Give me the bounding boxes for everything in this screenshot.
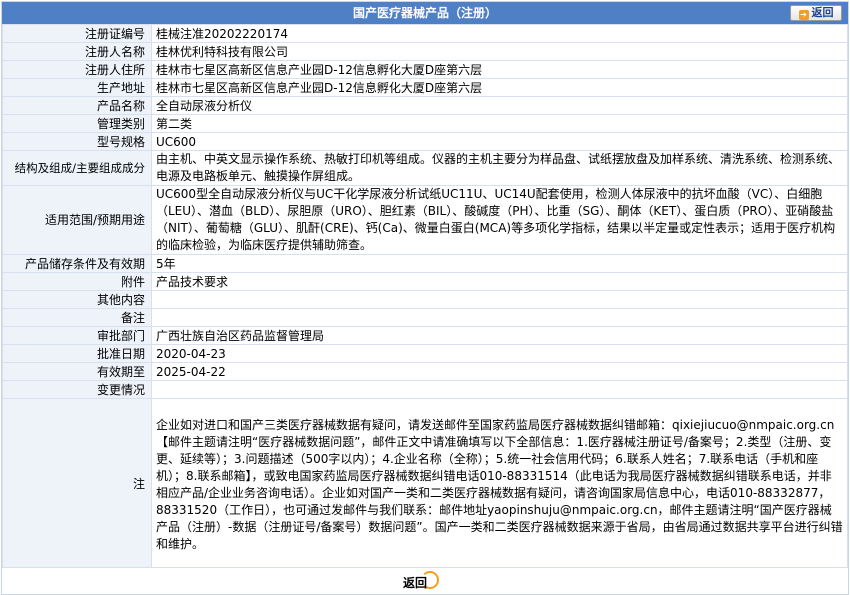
field-label: 注册人住所 (2, 60, 152, 79)
field-label: 产品名称 (2, 96, 152, 115)
table-row: 审批部门 广西壮族自治区药品监督管理局 (2, 326, 848, 345)
table-row: 产品储存条件及有效期 5年 (2, 254, 848, 273)
table-row: 适用范围/预期用途 UC600型全自动尿液分析仪与UC干化学尿液分析试纸UC11… (2, 185, 848, 255)
table-row: 其他内容 (2, 290, 848, 309)
table-row: 注册证编号 桂械注准20202220174 (2, 24, 848, 43)
field-value: 桂械注准20202220174 (151, 24, 848, 43)
field-value: 2020-04-23 (151, 344, 848, 363)
field-value (151, 308, 848, 327)
field-label: 备注 (2, 308, 152, 327)
footer: 返回 (2, 568, 848, 594)
field-label: 批准日期 (2, 344, 152, 363)
field-value: 全自动尿液分析仪 (151, 96, 848, 115)
field-value: 桂林优利特科技有限公司 (151, 42, 848, 61)
field-value: 桂林市七星区高新区信息产业园D-12信息孵化大厦D座第六层 (151, 60, 848, 79)
table-row: 管理类别 第二类 (2, 114, 848, 133)
detail-panel: 国产医疗器械产品（注册） ➔ 返回 注册证编号 桂械注准20202220174 注… (1, 1, 849, 595)
note-text: 企业如对进口和国产三类医疗器械数据有疑问，请发送邮件至国家药监局医疗器械数据纠错… (156, 418, 843, 551)
field-value: 桂林市七星区高新区信息产业园D-12信息孵化大厦D座第六层 (151, 78, 848, 97)
field-label: 审批部门 (2, 326, 152, 345)
field-value: 5年 (151, 254, 848, 273)
arrow-right-icon: ➔ (798, 10, 809, 20)
field-label: 型号规格 (2, 132, 152, 151)
field-value: 由主机、中英文显示操作系统、热敏打印机等组成。仪器的主机主要分为样品盘、试纸摆放… (151, 150, 848, 186)
field-label: 变更情况 (2, 380, 152, 399)
field-value: 产品技术要求 (151, 272, 848, 291)
table-row: 有效期至 2025-04-22 (2, 362, 848, 381)
table-row: 型号规格 UC600 (2, 132, 848, 151)
field-label: 适用范围/预期用途 (2, 185, 152, 255)
note-cell: 企业如对进口和国产三类医疗器械数据有疑问，请发送邮件至国家药监局医疗器械数据纠错… (151, 398, 848, 568)
back-button-bottom[interactable]: 返回 (399, 570, 439, 592)
field-value: UC600型全自动尿液分析仪与UC干化学尿液分析试纸UC11U、UC14U配套使… (151, 185, 848, 255)
table-row: 备注 (2, 308, 848, 327)
table-row: 附件 产品技术要求 (2, 272, 848, 291)
table-row: 变更情况 (2, 380, 848, 399)
table-row: 结构及组成/主要组成成分 由主机、中英文显示操作系统、热敏打印机等组成。仪器的主… (2, 150, 848, 186)
back-button-bottom-label: 返回 (403, 576, 428, 590)
back-button-top[interactable]: ➔ 返回 (790, 5, 842, 21)
field-value (151, 290, 848, 309)
field-label: 结构及组成/主要组成成分 (2, 150, 152, 186)
field-label: 其他内容 (2, 290, 152, 309)
table-row: 产品名称 全自动尿液分析仪 (2, 96, 848, 115)
field-label: 注册人名称 (2, 42, 152, 61)
field-value (151, 380, 848, 399)
field-value: 第二类 (151, 114, 848, 133)
field-value: 广西壮族自治区药品监督管理局 (151, 326, 848, 345)
table-row: 批准日期 2020-04-23 (2, 344, 848, 363)
page-title: 国产医疗器械产品（注册） (352, 6, 497, 20)
title-bar: 国产医疗器械产品（注册） ➔ 返回 (2, 2, 848, 24)
detail-table: 注册证编号 桂械注准20202220174 注册人名称 桂林优利特科技有限公司 … (2, 24, 848, 568)
field-value: 2025-04-22 (151, 362, 848, 381)
note-label: 注 (2, 398, 152, 568)
table-row: 注册人住所 桂林市七星区高新区信息产业园D-12信息孵化大厦D座第六层 (2, 60, 848, 79)
field-label: 生产地址 (2, 78, 152, 97)
field-label: 管理类别 (2, 114, 152, 133)
field-label: 产品储存条件及有效期 (2, 254, 152, 273)
note-row: 注 企业如对进口和国产三类医疗器械数据有疑问，请发送邮件至国家药监局医疗器械数据… (2, 398, 848, 568)
table-row: 注册人名称 桂林优利特科技有限公司 (2, 42, 848, 61)
back-button-top-label: 返回 (811, 6, 834, 19)
field-label: 附件 (2, 272, 152, 291)
field-label: 有效期至 (2, 362, 152, 381)
table-row: 生产地址 桂林市七星区高新区信息产业园D-12信息孵化大厦D座第六层 (2, 78, 848, 97)
field-value: UC600 (151, 132, 848, 151)
field-label: 注册证编号 (2, 24, 152, 43)
